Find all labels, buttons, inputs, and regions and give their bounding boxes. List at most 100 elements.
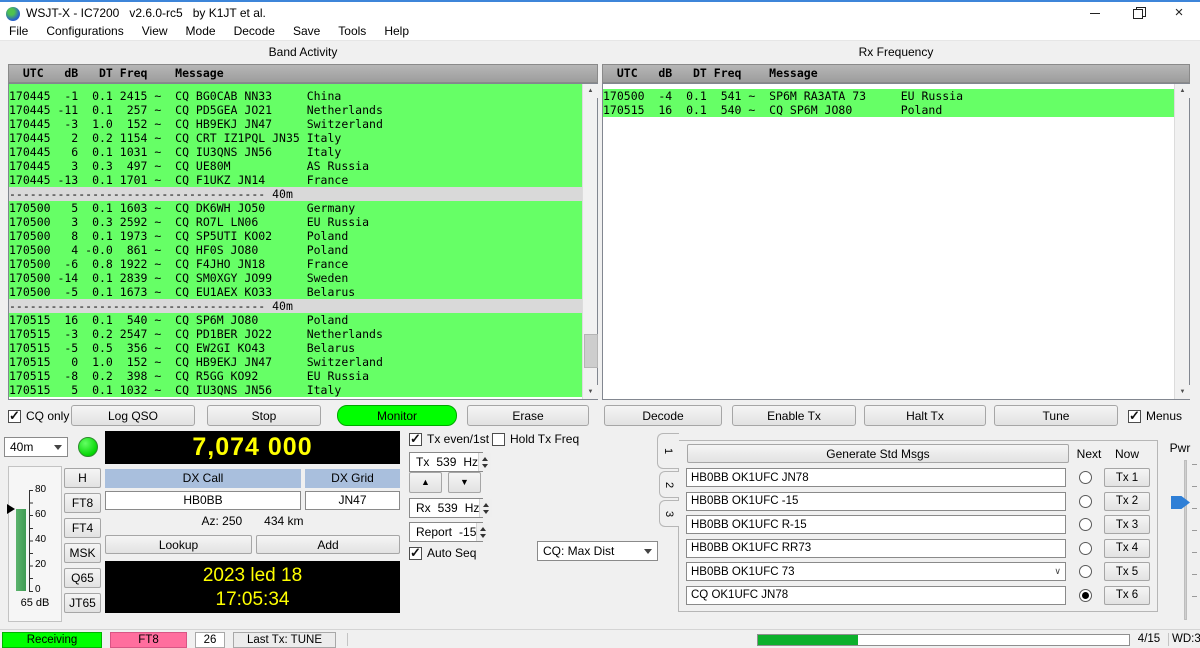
erase-button[interactable]: Erase (467, 405, 589, 426)
decode-row[interactable]: 170515 16 0.1 540 ~ CQ SP6M JO80 Poland (603, 103, 1174, 117)
rx-frequency-scrollbar[interactable]: ▲ ▼ (1174, 84, 1189, 399)
log-qso-button[interactable]: Log QSO (71, 405, 195, 426)
mode-button[interactable]: MSK (64, 543, 101, 563)
pwr-slider-handle[interactable] (1171, 496, 1190, 509)
minimize-button[interactable] (1078, 4, 1112, 23)
decode-row[interactable]: 170500 -6 0.8 1922 ~ CQ F4JHO JN18 Franc… (9, 257, 582, 271)
decode-row[interactable]: 170515 -8 0.2 398 ~ CQ R5GG KO92 EU Russ… (9, 369, 582, 383)
decode-button[interactable]: Decode (604, 405, 722, 426)
scroll-up-icon[interactable]: ▲ (1175, 84, 1190, 98)
decode-row[interactable]: ------------------------------------- 40… (9, 187, 582, 201)
generate-std-msgs-button[interactable]: Generate Std Msgs (687, 444, 1069, 463)
mode-button[interactable]: Q65 (64, 568, 101, 588)
decode-row[interactable]: 170515 5 0.1 1032 ~ CQ IU3QNS JN56 Italy (9, 383, 582, 397)
tx-now-button[interactable]: Tx 1 (1104, 468, 1150, 487)
next-radio[interactable] (1079, 518, 1092, 531)
stop-button[interactable]: Stop (207, 405, 321, 426)
menus-checkbox[interactable]: Menus (1128, 409, 1182, 423)
hold-tx-freq-checkbox[interactable]: Hold Tx Freq (492, 432, 579, 446)
decode-row[interactable]: ------------------------------------- 40… (9, 299, 582, 313)
scroll-up-icon[interactable]: ▲ (583, 84, 598, 98)
decode-row[interactable]: 170515 -3 0.2 2547 ~ CQ PD1BER JO22 Neth… (9, 327, 582, 341)
spin-arrows-icon[interactable] (478, 453, 491, 471)
decode-row[interactable]: 170500 4 -0.0 861 ~ CQ HF0S JO80 Poland (9, 243, 582, 257)
menu-item[interactable]: Save (284, 23, 329, 40)
auto-seq-checkbox[interactable]: Auto Seq (409, 546, 476, 560)
decode-row[interactable]: 170500 -4 0.1 541 ~ SP6M RA3ATA 73 EU Ru… (603, 89, 1174, 103)
decode-row[interactable]: 170445 -11 0.1 257 ~ CQ PD5GEA JO21 Neth… (9, 103, 582, 117)
next-radio[interactable] (1079, 565, 1092, 578)
decode-row[interactable]: 170500 8 0.1 1973 ~ CQ SP5UTI KO02 Polan… (9, 229, 582, 243)
decode-row[interactable]: 170500 5 0.1 1603 ~ CQ DK6WH JO50 German… (9, 201, 582, 215)
tx-message-input[interactable]: HB0BB OK1UFC -15 ∨ (686, 492, 1066, 511)
mode-button[interactable]: FT8 (64, 493, 101, 513)
tx-now-button[interactable]: Tx 4 (1104, 539, 1150, 558)
band-select[interactable]: 40m (4, 437, 68, 457)
decode-row[interactable]: 170515 -5 0.5 356 ~ CQ EW2GI KO43 Belaru… (9, 341, 582, 355)
cq-mode-select[interactable]: CQ: Max Dist (537, 541, 658, 561)
freq-up-button[interactable]: ▲ (409, 472, 442, 493)
decode-row[interactable]: 170515 16 0.1 540 ~ CQ SP6M JO80 Poland (9, 313, 582, 327)
band-activity-scrollbar[interactable]: ▲ ▼ (582, 84, 597, 399)
scrollbar-thumb[interactable] (584, 334, 598, 368)
rx-freq-spinbox[interactable]: Rx 539 Hz (409, 498, 483, 518)
menu-item[interactable]: Configurations (37, 23, 132, 40)
tx-message-input[interactable]: HB0BB OK1UFC RR73 ∨ (686, 539, 1066, 558)
tx-message-input[interactable]: CQ OK1UFC JN78 ∨ (686, 586, 1066, 605)
lookup-button[interactable]: Lookup (105, 535, 252, 554)
restore-button[interactable] (1120, 4, 1154, 23)
next-radio[interactable] (1079, 471, 1092, 484)
decode-row[interactable]: 170445 -13 0.1 1701 ~ CQ F1UKZ JN14 Fran… (9, 173, 582, 187)
next-radio[interactable] (1079, 589, 1092, 602)
tx-now-button[interactable]: Tx 2 (1104, 492, 1150, 511)
menu-item[interactable]: File (0, 23, 37, 40)
enable-tx-button[interactable]: Enable Tx (732, 405, 856, 426)
menu-item[interactable]: Tools (329, 23, 375, 40)
decode-row[interactable]: 170500 3 0.3 2592 ~ CQ RO7L LN06 EU Russ… (9, 215, 582, 229)
decode-row[interactable]: 170445 -3 1.0 152 ~ CQ HB9EKJ JN47 Switz… (9, 117, 582, 131)
decode-row[interactable]: 170500 -5 0.1 1673 ~ CQ EU1AEX KO33 Bela… (9, 285, 582, 299)
tx-message-input[interactable]: HB0BB OK1UFC JN78 ∨ (686, 468, 1066, 487)
decode-row[interactable]: 170500 -14 0.1 2839 ~ CQ SM0XGY JO99 Swe… (9, 271, 582, 285)
tx-now-button[interactable]: Tx 3 (1104, 515, 1150, 534)
mode-button[interactable]: JT65 (64, 593, 101, 613)
halt-tx-button[interactable]: Halt Tx (864, 405, 986, 426)
next-radio[interactable] (1079, 542, 1092, 555)
tx-tab[interactable]: 1 (657, 433, 679, 469)
next-radio[interactable] (1079, 495, 1092, 508)
menu-bar: FileConfigurationsViewModeDecodeSaveTool… (0, 23, 1200, 41)
mode-button[interactable]: FT4 (64, 518, 101, 538)
spin-arrows-icon[interactable] (479, 499, 492, 517)
monitor-button[interactable]: Monitor (337, 405, 457, 426)
decode-row[interactable]: 170445 6 0.1 1031 ~ CQ IU3QNS JN56 Italy (9, 145, 582, 159)
tx-now-button[interactable]: Tx 6 (1104, 586, 1150, 605)
tx-even-checkbox[interactable]: Tx even/1st (409, 432, 489, 446)
dx-call-field[interactable]: HB0BB (105, 491, 301, 510)
decode-row[interactable]: 170445 -1 0.1 2415 ~ CQ BG0CAB NN33 Chin… (9, 89, 582, 103)
mode-button[interactable]: H (64, 468, 101, 488)
tx-now-button[interactable]: Tx 5 (1104, 562, 1150, 581)
menu-item[interactable]: Mode (177, 23, 225, 40)
decode-row[interactable]: 170515 0 1.0 152 ~ CQ HB9EKJ JN47 Switze… (9, 355, 582, 369)
close-button[interactable]: × (1162, 4, 1196, 23)
tx-message-input[interactable]: HB0BB OK1UFC 73 ∨ (686, 562, 1066, 581)
add-button[interactable]: Add (256, 535, 400, 554)
scroll-down-icon[interactable]: ▼ (1175, 385, 1190, 399)
scroll-down-icon[interactable]: ▼ (583, 385, 598, 399)
tx-message-input[interactable]: HB0BB OK1UFC R-15 ∨ (686, 515, 1066, 534)
tune-button[interactable]: Tune (994, 405, 1118, 426)
dx-grid-field[interactable]: JN47 (305, 491, 400, 510)
menu-item[interactable]: Help (375, 23, 418, 40)
menu-item[interactable]: Decode (225, 23, 284, 40)
cq-only-checkbox[interactable]: CQ only (8, 409, 69, 423)
freq-down-button[interactable]: ▼ (448, 472, 481, 493)
pwr-slider-track[interactable] (1184, 460, 1187, 620)
menu-item[interactable]: View (133, 23, 177, 40)
tx-freq-spinbox[interactable]: Tx 539 Hz (409, 452, 483, 472)
report-spinbox[interactable]: Report -15 (409, 522, 483, 542)
tx-tab[interactable]: 2 (659, 471, 679, 498)
tx-tab[interactable]: 3 (659, 500, 679, 527)
spin-arrows-icon[interactable] (476, 523, 489, 541)
decode-row[interactable]: 170445 3 0.3 497 ~ CQ UE80M AS Russia (9, 159, 582, 173)
decode-row[interactable]: 170445 2 0.2 1154 ~ CQ CRT IZ1PQL JN35 I… (9, 131, 582, 145)
